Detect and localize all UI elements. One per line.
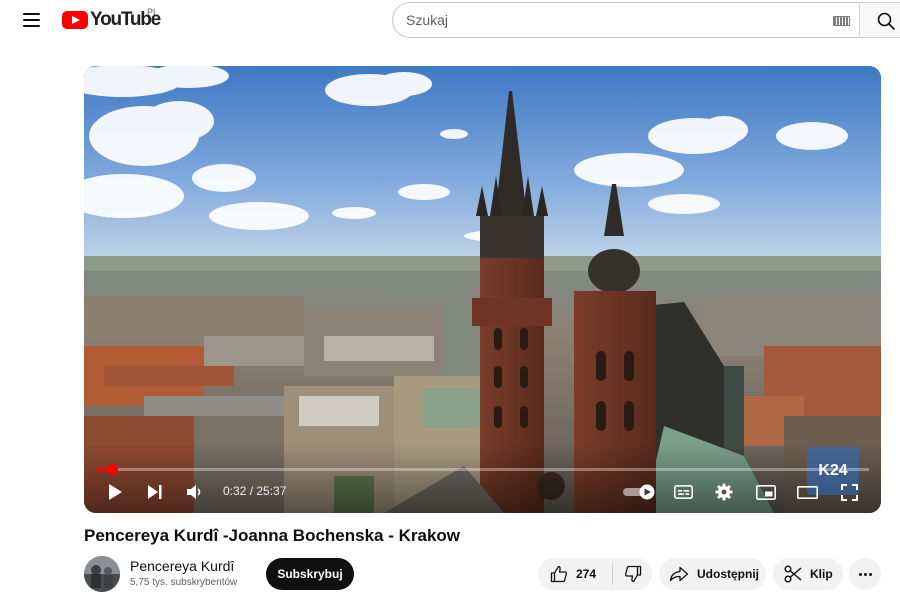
channel-avatar-image	[84, 556, 120, 592]
menu-icon[interactable]	[14, 4, 48, 36]
video-frame	[84, 66, 881, 513]
search-input[interactable]	[406, 5, 806, 35]
search-icon	[877, 12, 895, 30]
progress-scrubber[interactable]	[107, 464, 119, 475]
miniplayer-button[interactable]	[755, 482, 777, 502]
theater-mode-button[interactable]	[796, 482, 818, 502]
share-icon	[669, 566, 689, 582]
next-icon	[148, 485, 162, 499]
subtitles-button[interactable]	[673, 482, 693, 502]
share-button[interactable]: Udostępnij	[659, 558, 766, 590]
clip-label: Klip	[810, 567, 833, 581]
region-code: PL	[147, 7, 159, 17]
video-title: Pencereya Kurdî -Joanna Bochenska - Krak…	[84, 526, 461, 545]
thumbs-up-icon	[550, 565, 568, 583]
dislike-button[interactable]	[613, 558, 652, 590]
play-button[interactable]	[105, 482, 125, 502]
clip-button[interactable]: Klip	[773, 558, 843, 590]
like-count: 274	[576, 567, 597, 581]
channel-name[interactable]: Pencereya Kurdî	[130, 558, 234, 574]
theater-mode-icon	[796, 485, 818, 499]
fullscreen-icon	[840, 483, 858, 501]
time-display: 0:32 / 25:37	[223, 484, 287, 498]
progress-bar[interactable]	[96, 464, 869, 475]
share-label: Udostępnij	[697, 567, 759, 581]
volume-icon	[187, 485, 201, 499]
like-dislike-group: 274	[538, 558, 652, 590]
search-button[interactable]	[859, 2, 900, 38]
youtube-play-logo-icon	[62, 11, 88, 29]
like-button[interactable]: 274	[538, 558, 612, 590]
thumbs-down-icon	[624, 565, 641, 583]
settings-icon	[715, 483, 733, 501]
keyboard-icon[interactable]	[833, 16, 850, 26]
settings-button[interactable]	[714, 482, 734, 502]
autoplay-toggle[interactable]	[623, 482, 657, 502]
miniplayer-icon	[756, 484, 776, 500]
youtube-logo[interactable]: YouTube	[62, 10, 161, 30]
fullscreen-button[interactable]	[839, 482, 859, 502]
play-icon	[109, 484, 122, 500]
more-icon-dot	[858, 572, 862, 576]
channel-avatar[interactable]	[84, 556, 120, 592]
more-icon-dot	[868, 572, 872, 576]
subscriber-count: 5,75 tys. subskrybentów	[130, 577, 238, 588]
subscribe-button[interactable]: Subskrybuj	[266, 558, 354, 590]
video-player[interactable]: K24 0:32 / 25:37	[84, 66, 881, 513]
search-box	[392, 2, 860, 38]
top-bar: YouTube PL	[0, 0, 900, 40]
more-actions-button[interactable]	[849, 558, 881, 590]
next-button[interactable]	[145, 482, 165, 502]
volume-button[interactable]	[185, 482, 205, 502]
subtitles-icon	[673, 485, 693, 499]
scissors-icon	[784, 565, 802, 583]
more-icon-dot	[863, 572, 867, 576]
autoplay-toggle-icon	[623, 484, 655, 500]
